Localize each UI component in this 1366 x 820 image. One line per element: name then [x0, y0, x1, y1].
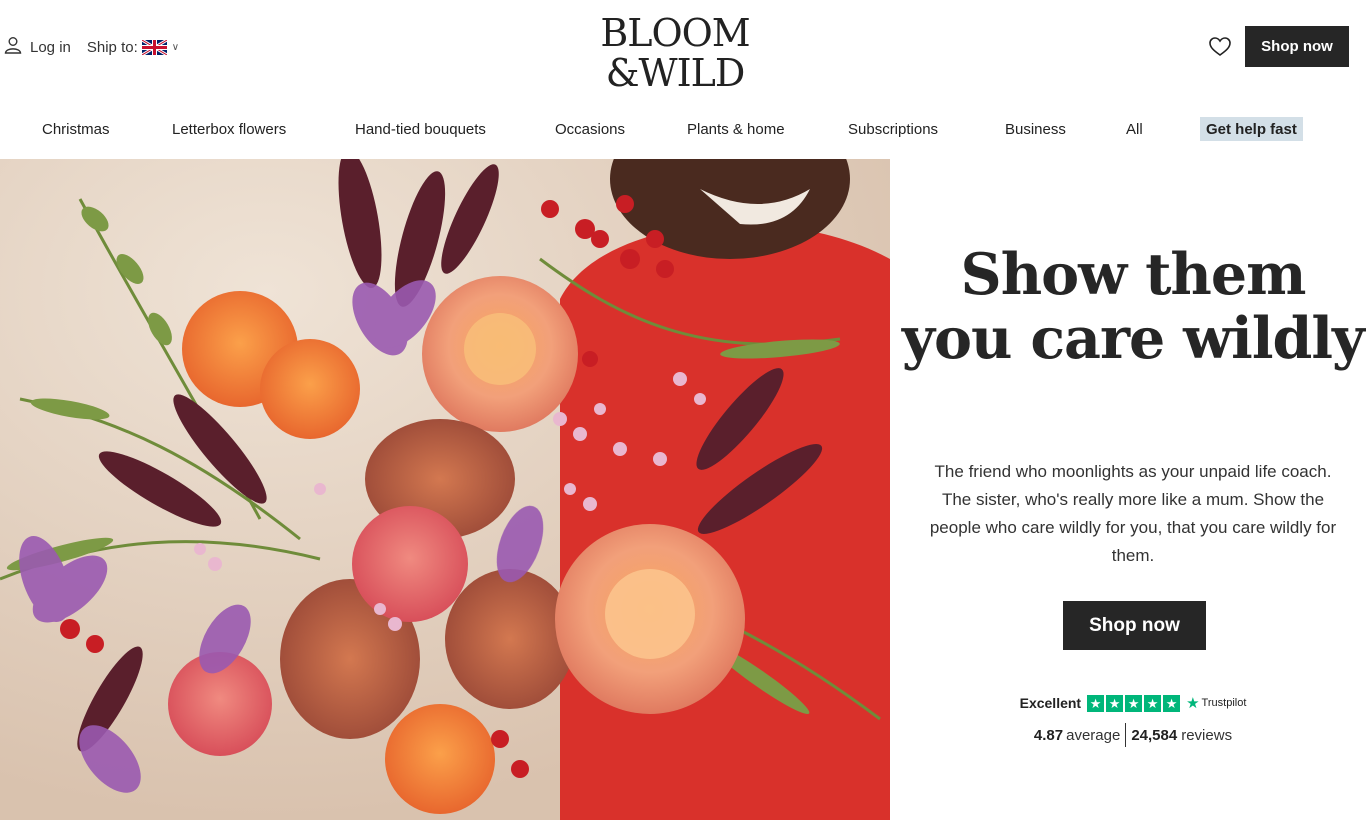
nav-item-plants-home[interactable]: Plants & home: [687, 121, 785, 138]
header-shop-now-button[interactable]: Shop now: [1245, 26, 1349, 67]
star-icon: ★: [1163, 694, 1181, 712]
trustpilot-stars: ★ ★ ★ ★ ★: [1087, 694, 1181, 712]
trustpilot-brand: ★ Trustpilot: [1186, 694, 1246, 712]
header-left: Log in Ship to: ∨: [4, 36, 179, 58]
header-right: Shop now: [1209, 26, 1349, 67]
logo-line-2: &WILD: [606, 51, 745, 92]
wishlist-heart-icon[interactable]: [1209, 36, 1231, 57]
site-header: Log in Ship to: ∨ BLOOM &WILD Shop now: [0, 0, 1366, 100]
uk-flag-icon: [141, 39, 167, 55]
average-rating-label: average: [1066, 726, 1121, 744]
logo-line-1: BLOOM: [600, 11, 749, 55]
star-icon: ★: [1106, 694, 1124, 712]
review-count-value: 24,584: [1131, 726, 1178, 744]
star-icon: ★: [1125, 694, 1143, 712]
hero-headline: Show them you care wildly: [901, 241, 1365, 372]
star-icon: ★: [1144, 694, 1162, 712]
nav-item-letterbox-flowers[interactable]: Letterbox flowers: [172, 121, 286, 138]
review-count-label: reviews: [1181, 726, 1233, 744]
trustpilot-rating-label: Excellent: [1019, 695, 1082, 711]
star-icon: ★: [1087, 694, 1105, 712]
chevron-down-icon: ∨: [171, 41, 180, 53]
trustpilot-brand-name: Trustpilot: [1201, 697, 1247, 709]
nav-item-subscriptions[interactable]: Subscriptions: [848, 121, 938, 138]
hero-bouquet-image: [0, 159, 890, 820]
nav-item-all[interactable]: All: [1126, 121, 1143, 138]
ship-to-label: Ship to:: [86, 38, 138, 56]
login-label: Log in: [30, 38, 71, 56]
hero-section: Show them you care wildly The friend who…: [0, 159, 1366, 820]
nav-item-hand-tied-bouquets[interactable]: Hand-tied bouquets: [355, 121, 486, 138]
ship-to-selector[interactable]: Ship to: ∨: [87, 39, 179, 56]
user-icon: [4, 36, 22, 58]
hero-copy: Show them you care wildly The friend who…: [900, 159, 1366, 820]
nav-item-business[interactable]: Business: [1005, 121, 1066, 138]
nav-item-christmas[interactable]: Christmas: [42, 121, 110, 138]
login-link[interactable]: Log in: [4, 36, 71, 58]
trustpilot-widget[interactable]: Excellent ★ ★ ★ ★ ★ ★ Trustpilot: [900, 694, 1366, 712]
get-help-fast-link[interactable]: Get help fast: [1200, 117, 1303, 141]
average-rating-value: 4.87: [1033, 726, 1064, 744]
rating-divider: [1125, 723, 1127, 747]
main-navigation: Christmas Letterbox flowers Hand-tied bo…: [0, 100, 1366, 159]
trustpilot-star-icon: ★: [1186, 695, 1200, 712]
bloom-and-wild-logo[interactable]: BLOOM &WILD: [586, 10, 764, 92]
hero-shop-now-button[interactable]: Shop now: [1063, 601, 1206, 650]
hero-body-text: The friend who moonlights as your unpaid…: [929, 462, 1337, 565]
nav-item-occasions[interactable]: Occasions: [555, 121, 625, 138]
trustpilot-summary: 4.87 average 24,584 reviews: [900, 723, 1366, 747]
